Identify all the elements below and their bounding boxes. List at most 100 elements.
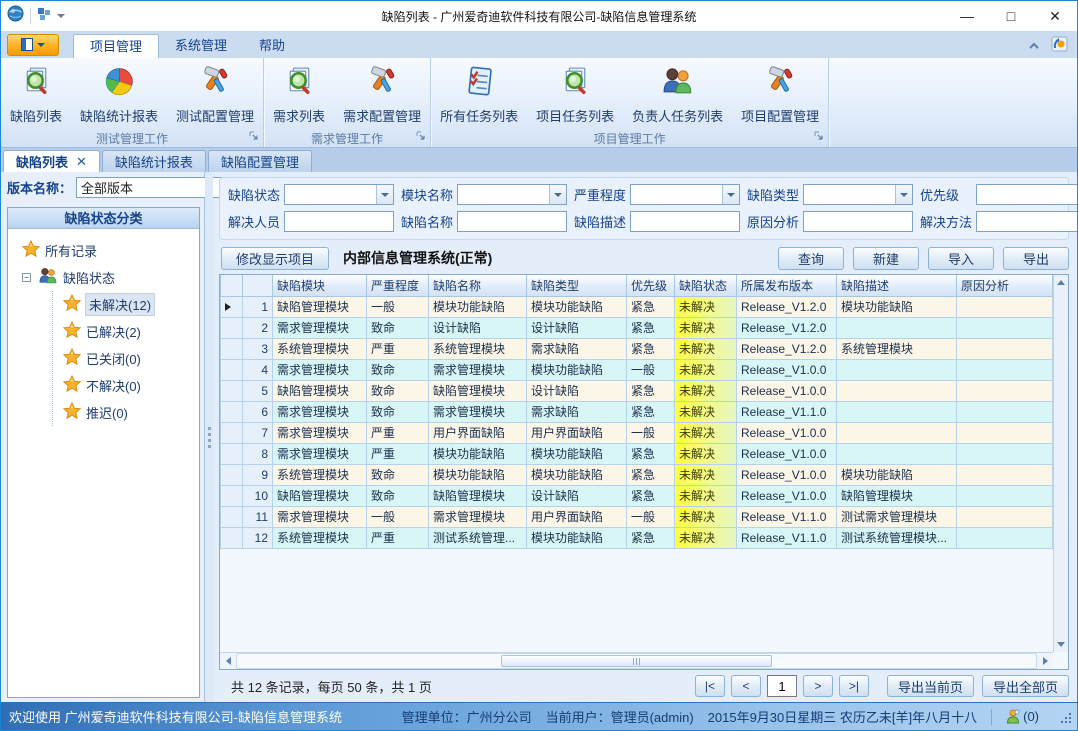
项目任务列表-button[interactable]: 项目任务列表 bbox=[527, 62, 623, 128]
filter-select-value[interactable] bbox=[804, 185, 895, 204]
export-all-pages-button[interactable]: 导出全部页 bbox=[982, 675, 1069, 697]
horizontal-scrollbar[interactable] bbox=[220, 652, 1053, 669]
缺陷统计报表-button[interactable]: 缺陷统计报表 bbox=[71, 62, 167, 128]
缺陷列表-button[interactable]: 缺陷列表 bbox=[1, 62, 71, 128]
所有任务列表-button[interactable]: 所有任务列表 bbox=[431, 62, 527, 128]
scroll-down-icon[interactable] bbox=[1054, 637, 1068, 652]
column-header-blank[interactable] bbox=[243, 275, 273, 296]
doc-tab-缺陷配置管理[interactable]: 缺陷配置管理 bbox=[208, 150, 312, 172]
导入-button[interactable]: 导入 bbox=[928, 247, 994, 270]
last-page-button[interactable]: >| bbox=[839, 675, 869, 697]
export-current-page-button[interactable]: 导出当前页 bbox=[887, 675, 974, 697]
ribbon-tab-帮助[interactable]: 帮助 bbox=[243, 34, 301, 58]
dialog-launcher-icon[interactable] bbox=[814, 130, 824, 144]
需求配置管理-button[interactable]: 需求配置管理 bbox=[334, 62, 430, 128]
查询-button[interactable]: 查询 bbox=[778, 247, 844, 270]
app-menu-button[interactable] bbox=[7, 34, 59, 56]
table-row[interactable]: 10缺陷管理模块致命缺陷管理模块设计缺陷紧急未解决Release_V1.0.0缺… bbox=[221, 485, 1054, 506]
ribbon-tab-系统管理[interactable]: 系统管理 bbox=[159, 34, 243, 58]
close-tab-icon[interactable]: ✕ bbox=[76, 154, 87, 170]
column-header-所属发布版本[interactable]: 所属发布版本 bbox=[737, 275, 837, 296]
splitter-handle[interactable] bbox=[205, 172, 213, 702]
tree-item-不解决(0)[interactable]: 不解决(0) bbox=[63, 372, 195, 399]
table-row[interactable]: 8需求管理模块严重模块功能缺陷模块功能缺陷紧急未解决Release_V1.0.0 bbox=[221, 443, 1054, 464]
table-row[interactable]: 9系统管理模块致命模块功能缺陷模块功能缺陷紧急未解决Release_V1.0.0… bbox=[221, 464, 1054, 485]
tree-item-推迟(0)[interactable]: 推迟(0) bbox=[63, 399, 195, 426]
column-header-blank[interactable] bbox=[221, 275, 243, 296]
filter-input-原因分析[interactable] bbox=[803, 211, 913, 232]
filter-input-解决人员[interactable] bbox=[284, 211, 394, 232]
新建-button[interactable]: 新建 bbox=[853, 247, 919, 270]
cell-reason bbox=[957, 296, 1053, 317]
doc-tab-缺陷统计报表[interactable]: 缺陷统计报表 bbox=[102, 150, 206, 172]
column-header-缺陷状态[interactable]: 缺陷状态 bbox=[675, 275, 737, 296]
table-row[interactable]: 7需求管理模块严重用户界面缺陷用户界面缺陷一般未解决Release_V1.0.0 bbox=[221, 422, 1054, 443]
qat-dropdown-icon[interactable] bbox=[57, 14, 65, 18]
minimize-button[interactable]: — bbox=[945, 2, 989, 30]
resize-grip[interactable] bbox=[1061, 713, 1071, 726]
column-header-缺陷类型[interactable]: 缺陷类型 bbox=[527, 275, 627, 296]
collapse-ribbon-icon[interactable] bbox=[1027, 38, 1041, 56]
filter-select-严重程度[interactable] bbox=[630, 184, 740, 205]
table-row[interactable]: 3系统管理模块严重系统管理模块需求缺陷紧急未解决Release_V1.2.0系统… bbox=[221, 338, 1054, 359]
导出-button[interactable]: 导出 bbox=[1003, 247, 1069, 270]
chevron-down-icon[interactable] bbox=[549, 185, 566, 204]
prev-page-button[interactable]: < bbox=[731, 675, 761, 697]
doc-tab-缺陷列表[interactable]: 缺陷列表✕ bbox=[3, 150, 100, 172]
filter-select-value[interactable] bbox=[285, 185, 376, 204]
filter-select-模块名称[interactable] bbox=[457, 184, 567, 205]
filter-select-value[interactable] bbox=[977, 185, 1077, 204]
ribbon-tab-项目管理[interactable]: 项目管理 bbox=[73, 34, 159, 58]
first-page-button[interactable]: |< bbox=[695, 675, 725, 697]
column-header-严重程度[interactable]: 严重程度 bbox=[367, 275, 429, 296]
messages-icon[interactable]: (0) bbox=[1006, 709, 1039, 724]
tree-item-所有记录[interactable]: 所有记录 bbox=[22, 237, 195, 264]
table-row[interactable]: 2需求管理模块致命设计缺陷设计缺陷紧急未解决Release_V1.2.0 bbox=[221, 317, 1054, 338]
tree-item-已关闭(0)[interactable]: 已关闭(0) bbox=[63, 345, 195, 372]
需求列表-button[interactable]: 需求列表 bbox=[264, 62, 334, 128]
column-header-优先级[interactable]: 优先级 bbox=[627, 275, 675, 296]
close-button[interactable]: ✕ bbox=[1033, 2, 1077, 30]
chevron-down-icon[interactable] bbox=[376, 185, 393, 204]
column-header-缺陷描述[interactable]: 缺陷描述 bbox=[837, 275, 957, 296]
dialog-launcher-icon[interactable] bbox=[416, 130, 426, 144]
vertical-scrollbar[interactable] bbox=[1053, 275, 1068, 652]
scrollbar-thumb[interactable] bbox=[501, 655, 773, 667]
项目配置管理-button[interactable]: 项目配置管理 bbox=[732, 62, 828, 128]
column-header-原因分析[interactable]: 原因分析 bbox=[957, 275, 1053, 296]
collapse-expander-icon[interactable]: − bbox=[22, 273, 31, 282]
chevron-down-icon[interactable] bbox=[722, 185, 739, 204]
scroll-right-icon[interactable] bbox=[1037, 653, 1053, 669]
table-row[interactable]: 1缺陷管理模块一般模块功能缺陷模块功能缺陷紧急未解决Release_V1.2.0… bbox=[221, 296, 1054, 317]
scroll-left-icon[interactable] bbox=[220, 653, 236, 669]
chevron-down-icon[interactable] bbox=[895, 185, 912, 204]
layout-toggle-icon[interactable] bbox=[37, 7, 51, 26]
column-header-缺陷模块[interactable]: 缺陷模块 bbox=[273, 275, 367, 296]
table-row[interactable]: 12系统管理模块严重测试系统管理...模块功能缺陷紧急未解决Release_V1… bbox=[221, 527, 1054, 548]
table-row[interactable]: 5缺陷管理模块致命缺陷管理模块设计缺陷紧急未解决Release_V1.0.0 bbox=[221, 380, 1054, 401]
tree-item-未解决(12)[interactable]: 未解决(12) bbox=[63, 291, 195, 318]
filter-input-缺陷描述[interactable] bbox=[630, 211, 740, 232]
filter-select-优先级[interactable] bbox=[976, 184, 1077, 205]
filter-select-value[interactable] bbox=[631, 185, 722, 204]
column-header-缺陷名称[interactable]: 缺陷名称 bbox=[429, 275, 527, 296]
filter-input-解决方法[interactable] bbox=[976, 211, 1077, 232]
filter-select-缺陷类型[interactable] bbox=[803, 184, 913, 205]
maximize-button[interactable]: □ bbox=[989, 2, 1033, 30]
modify-display-items-button[interactable]: 修改显示项目 bbox=[221, 247, 329, 270]
dialog-launcher-icon[interactable] bbox=[249, 130, 259, 144]
tree-item-缺陷状态[interactable]: −缺陷状态 bbox=[22, 264, 195, 291]
table-row[interactable]: 6需求管理模块致命需求管理模块需求缺陷紧急未解决Release_V1.1.0 bbox=[221, 401, 1054, 422]
filter-select-缺陷状态[interactable] bbox=[284, 184, 394, 205]
负责人任务列表-button[interactable]: 负责人任务列表 bbox=[623, 62, 732, 128]
filter-input-缺陷名称[interactable] bbox=[457, 211, 567, 232]
page-number-input[interactable] bbox=[767, 675, 797, 697]
about-icon[interactable] bbox=[1051, 35, 1069, 58]
测试配置管理-button[interactable]: 测试配置管理 bbox=[167, 62, 263, 128]
scroll-up-icon[interactable] bbox=[1054, 275, 1068, 290]
table-row[interactable]: 4需求管理模块致命需求管理模块模块功能缺陷一般未解决Release_V1.0.0 bbox=[221, 359, 1054, 380]
next-page-button[interactable]: > bbox=[803, 675, 833, 697]
tree-item-已解决(2)[interactable]: 已解决(2) bbox=[63, 318, 195, 345]
filter-select-value[interactable] bbox=[458, 185, 549, 204]
table-row[interactable]: 11需求管理模块一般需求管理模块用户界面缺陷一般未解决Release_V1.1.… bbox=[221, 506, 1054, 527]
